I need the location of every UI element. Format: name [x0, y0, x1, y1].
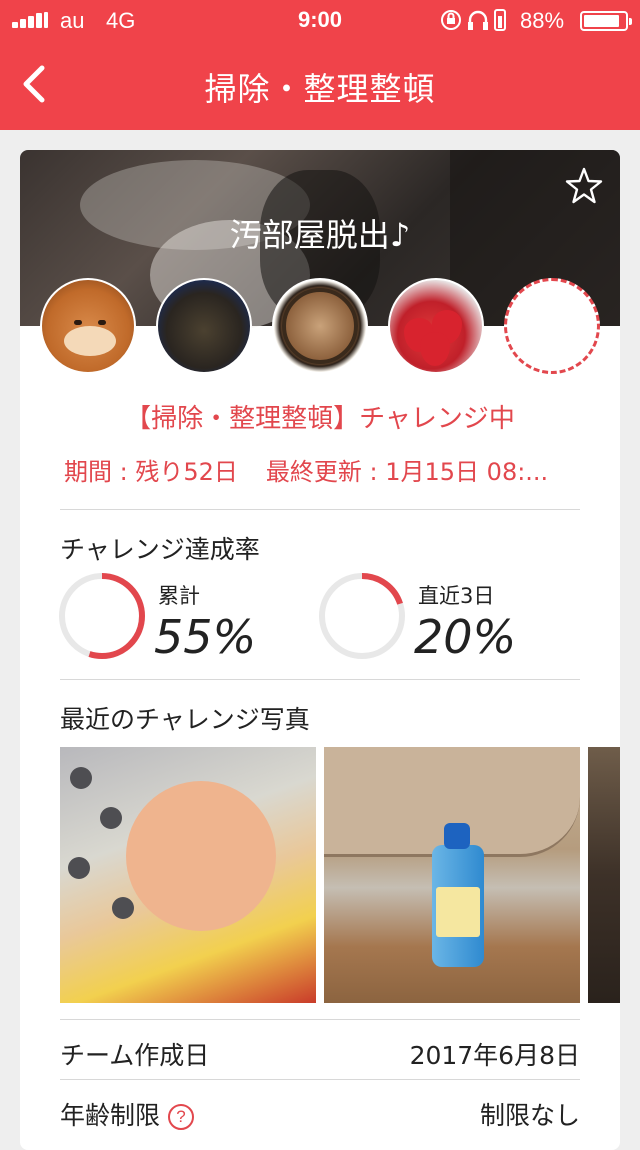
- cumulative-label: 累計: [158, 584, 200, 608]
- recent-photos-title: 最近のチャレンジ写真: [60, 705, 310, 734]
- divider: [60, 1019, 580, 1020]
- created-date-label: チーム作成日: [60, 1041, 210, 1070]
- challenge-photo[interactable]: [324, 747, 580, 1003]
- divider: [60, 509, 580, 510]
- cumulative-progress-ring: [59, 573, 145, 659]
- headphones-icon: [468, 10, 488, 30]
- divider: [60, 679, 580, 680]
- member-avatars: [40, 278, 610, 374]
- recent-value: 20%: [414, 610, 517, 664]
- divider: [60, 1079, 580, 1080]
- age-limit-label: 年齢制限: [60, 1101, 161, 1130]
- period-info: 期間 : 残り52日 最終更新 : 1月15日 08:...: [64, 452, 604, 487]
- recent-label: 直近3日: [418, 584, 495, 608]
- rotation-lock-icon: [441, 10, 461, 30]
- created-date-value: 2017年6月8日: [409, 1041, 580, 1070]
- battery-icon: [580, 11, 632, 31]
- empty-member-slot[interactable]: [504, 278, 600, 374]
- challenge-photo[interactable]: [588, 747, 620, 1003]
- age-limit-value: 制限なし: [479, 1101, 580, 1130]
- avatar[interactable]: [40, 278, 136, 374]
- photo-carousel[interactable]: [60, 747, 620, 1003]
- status-bar: au 4G 9:00 88%: [0, 0, 640, 40]
- status-icons: [441, 9, 506, 31]
- achievement-rate-title: チャレンジ達成率: [60, 535, 260, 564]
- avatar[interactable]: [272, 278, 368, 374]
- recent-progress-ring: [319, 573, 405, 659]
- page-title: 掃除・整理整頓: [204, 70, 436, 108]
- help-icon[interactable]: ?: [168, 1104, 195, 1130]
- avatar[interactable]: [156, 278, 252, 374]
- navigation-bar: 掃除・整理整頓: [0, 40, 640, 130]
- challenge-photo[interactable]: [60, 747, 316, 1003]
- age-limit-row: 年齢制限? 制限なし: [60, 1096, 580, 1132]
- remaining-period: 期間 : 残り52日: [64, 458, 238, 486]
- cumulative-value: 55%: [154, 610, 257, 664]
- team-card: 汚部屋脱出♪ 【掃除・整理整頓】チャレンジ中 期間 : 残り52日 最終更新 : …: [20, 150, 620, 1150]
- team-name: 汚部屋脱出♪: [229, 216, 411, 254]
- favorite-star-icon[interactable]: [564, 166, 604, 206]
- battery-percentage: 88%: [520, 8, 565, 33]
- created-date-row: チーム作成日 2017年6月8日: [60, 1036, 580, 1072]
- last-updated: 最終更新 : 1月15日 08:...: [265, 458, 549, 486]
- alarm-battery-icon: [494, 9, 506, 31]
- challenge-status: 【掃除・整理整頓】チャレンジ中: [125, 404, 515, 434]
- avatar[interactable]: [388, 278, 484, 374]
